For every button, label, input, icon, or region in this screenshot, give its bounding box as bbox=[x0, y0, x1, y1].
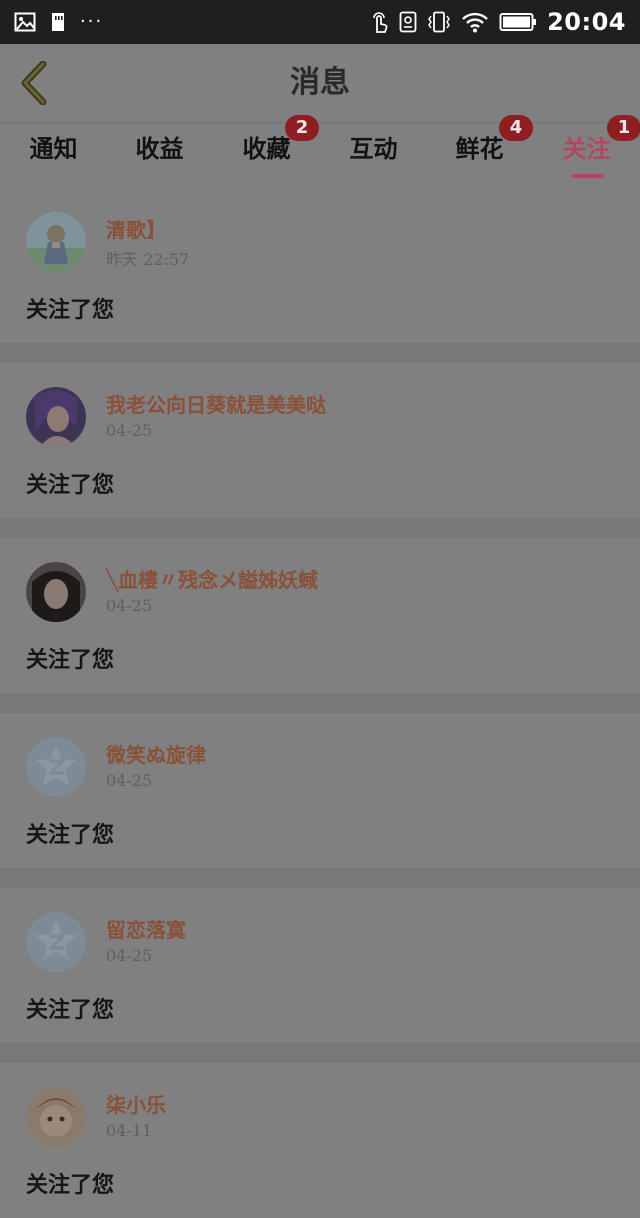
image-icon bbox=[14, 12, 36, 32]
avatar[interactable] bbox=[26, 562, 86, 622]
divider bbox=[0, 1043, 640, 1063]
more-dots-icon: ··· bbox=[80, 11, 104, 32]
purple-hair-avatar-icon bbox=[26, 387, 86, 447]
photo-avatar-icon bbox=[26, 562, 86, 622]
message-text: 关注了您 bbox=[26, 472, 115, 498]
divider bbox=[0, 693, 640, 713]
timestamp: 昨天 22:57 bbox=[106, 250, 190, 269]
tab-interactions[interactable]: 互动 bbox=[320, 123, 427, 187]
sd-card-icon bbox=[52, 13, 64, 31]
tab-label: 收藏 bbox=[242, 134, 291, 163]
username[interactable]: 留恋落寞 bbox=[106, 914, 186, 943]
message-text: 关注了您 bbox=[26, 822, 115, 848]
top-bar: 消息 bbox=[0, 44, 640, 123]
timestamp: 04-25 bbox=[106, 771, 153, 790]
active-tab-indicator bbox=[571, 174, 604, 178]
favorites-badge: 2 bbox=[285, 115, 319, 141]
username[interactable]: 清歌】 bbox=[106, 214, 166, 243]
message-text: 关注了您 bbox=[26, 297, 115, 323]
avatar[interactable] bbox=[26, 1087, 86, 1147]
list-item[interactable]: 清歌】 昨天 22:57 关注了您 bbox=[0, 188, 640, 343]
status-bar: ··· 20:04 bbox=[0, 0, 640, 44]
tab-label: 关注 bbox=[562, 134, 611, 163]
list-item[interactable]: 微笑ぬ旋律 04-25 关注了您 bbox=[0, 713, 640, 868]
list-item[interactable]: 留恋落寞 04-25 关注了您 bbox=[0, 888, 640, 1043]
status-time: 20:04 bbox=[547, 8, 626, 36]
timestamp: 04-25 bbox=[106, 421, 153, 440]
avatar[interactable] bbox=[26, 737, 86, 797]
divider bbox=[0, 343, 640, 363]
timestamp: 04-25 bbox=[106, 596, 153, 615]
vibrate-icon bbox=[428, 11, 450, 33]
battery-icon bbox=[499, 13, 537, 31]
message-text: 关注了您 bbox=[26, 997, 115, 1023]
wifi-icon bbox=[462, 12, 488, 33]
touch-icon bbox=[373, 12, 388, 33]
username[interactable]: 柒小乐 bbox=[106, 1089, 166, 1118]
avatar[interactable] bbox=[26, 212, 86, 272]
username[interactable]: 微笑ぬ旋律 bbox=[106, 739, 206, 768]
screenshot-icon bbox=[399, 11, 417, 33]
following-badge: 1 bbox=[607, 115, 640, 141]
timestamp: 04-11 bbox=[106, 1121, 153, 1140]
tab-label: 通知 bbox=[29, 134, 78, 163]
default-qq-avatar-icon bbox=[26, 737, 86, 797]
message-text: 关注了您 bbox=[26, 1172, 115, 1198]
message-text: 关注了您 bbox=[26, 647, 115, 673]
page-title: 消息 bbox=[290, 65, 350, 100]
username[interactable]: 我老公向日葵就是美美哒 bbox=[106, 389, 326, 418]
cartoon-avatar-icon bbox=[26, 1087, 86, 1147]
avatar[interactable] bbox=[26, 912, 86, 972]
avatar[interactable] bbox=[26, 387, 86, 447]
tab-label: 互动 bbox=[349, 134, 398, 163]
list-item[interactable]: 我老公向日葵就是美美哒 04-25 关注了您 bbox=[0, 363, 640, 518]
tab-earnings[interactable]: 收益 bbox=[106, 123, 213, 187]
status-bar-left: ··· bbox=[14, 0, 103, 44]
list-item[interactable]: ╲血樓〃残念メ謚姊妖蜮 04-25 关注了您 bbox=[0, 538, 640, 693]
tab-label: 鲜花 bbox=[455, 134, 504, 163]
tab-notifications[interactable]: 通知 bbox=[0, 123, 107, 187]
username[interactable]: ╲血樓〃残念メ謚姊妖蜮 bbox=[106, 564, 318, 593]
anime-girl-avatar-icon bbox=[26, 212, 86, 272]
divider bbox=[0, 518, 640, 538]
timestamp: 04-25 bbox=[106, 946, 153, 965]
list-item[interactable]: 柒小乐 04-11 关注了您 bbox=[0, 1063, 640, 1218]
tab-bar: 通知 收益 收藏 互动 鲜花 关注 bbox=[0, 123, 640, 187]
divider bbox=[0, 868, 640, 888]
default-qq-avatar-icon bbox=[26, 912, 86, 972]
tab-label: 收益 bbox=[135, 134, 184, 163]
status-bar-right: 20:04 bbox=[369, 0, 626, 44]
flowers-badge: 4 bbox=[499, 115, 533, 141]
